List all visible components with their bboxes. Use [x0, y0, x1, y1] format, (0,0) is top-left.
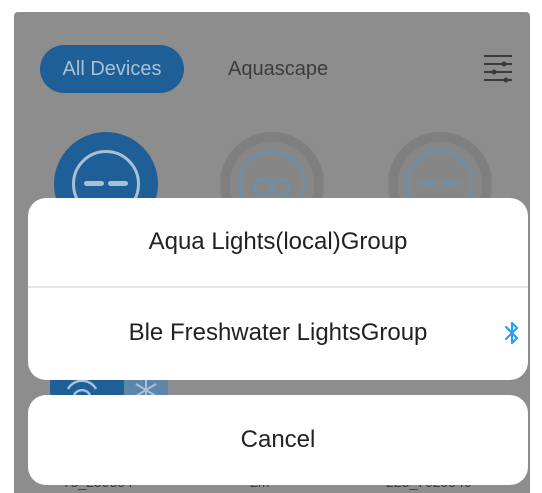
cancel-button[interactable]: Cancel [28, 395, 528, 485]
device-tab-bar: All Devices Aquascape [14, 12, 530, 122]
option-ble-freshwater-lights-group[interactable]: Ble Freshwater LightsGroup [28, 289, 528, 377]
tab-all-devices[interactable]: All Devices [40, 45, 184, 93]
cancel-label: Cancel [240, 426, 316, 453]
tab-aquascape[interactable]: Aquascape [228, 45, 328, 93]
option-aqua-lights-local-group[interactable]: Aqua Lights(local)Group [28, 198, 528, 286]
sliders-icon[interactable] [482, 50, 514, 84]
option-label: Ble Freshwater LightsGroup [128, 319, 428, 346]
action-sheet: Aqua Lights(local)Group Ble Freshwater L… [28, 198, 528, 380]
option-label: Aqua Lights(local)Group [148, 228, 408, 255]
bluetooth-icon [504, 321, 519, 345]
divider [28, 286, 528, 288]
